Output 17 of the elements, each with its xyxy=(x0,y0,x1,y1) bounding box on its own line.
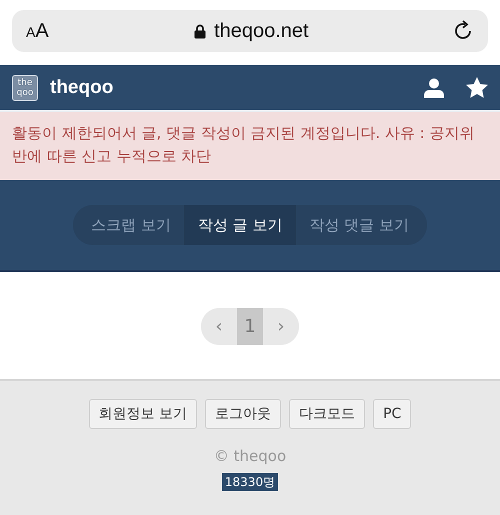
url-text: theqoo.net xyxy=(214,20,309,42)
star-icon[interactable] xyxy=(466,77,488,98)
reload-icon[interactable] xyxy=(454,20,474,42)
footer-button[interactable]: 다크모드 xyxy=(289,399,366,429)
text-size-button[interactable]: AA xyxy=(26,20,49,42)
alert-message: 활동이 제한되어서 글, 댓글 작성이 금지된 계정입니다. 사유 : 공지위반에 따른 신고 누적으로 차단 xyxy=(12,124,475,165)
address-bar[interactable]: AA theqoo.net xyxy=(12,10,488,52)
lock-icon xyxy=(194,24,206,38)
copyright-text: © theqoo xyxy=(212,447,288,465)
footer-button[interactable]: 로그아웃 xyxy=(205,399,282,429)
site-title[interactable]: theqoo xyxy=(50,76,114,98)
footer-button[interactable]: 회원정보 보기 xyxy=(88,399,198,429)
visitor-count: 18330명 xyxy=(222,473,278,491)
user-icon[interactable] xyxy=(424,78,444,98)
tab[interactable]: 작성 글 보기 xyxy=(184,205,296,245)
footer-button[interactable]: PC xyxy=(373,399,412,429)
tab[interactable]: 작성 댓글 보기 xyxy=(295,205,427,245)
